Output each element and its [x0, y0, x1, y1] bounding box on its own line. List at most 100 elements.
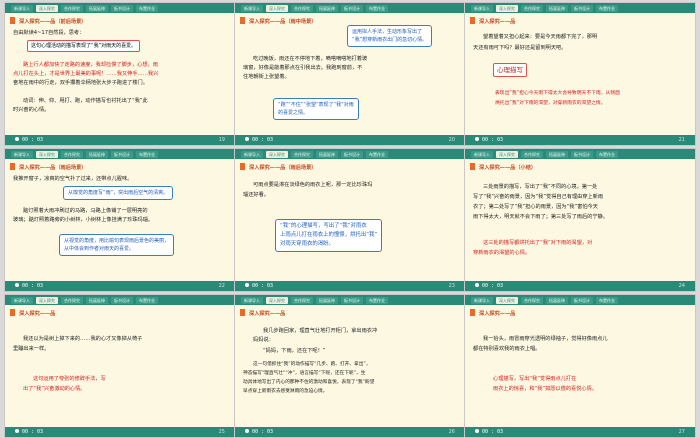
- text-line: 我一抬头，雨冒雨穿光透明的绿袖子，觉得好像雨点儿: [483, 336, 608, 342]
- tab-cooperate[interactable]: 合作探究: [61, 296, 83, 304]
- tab-homework[interactable]: 布置作业: [366, 150, 388, 158]
- tab-board[interactable]: 板书设计: [341, 4, 363, 12]
- tab-extend[interactable]: 拓展延伸: [86, 296, 108, 304]
- slide-thumbnail[interactable]: 新课导入 深入探究 合作探究 拓展延伸 板书设计 布置作业 深入探究——品（雨后…: [4, 148, 236, 292]
- tab-intro[interactable]: 新课导入: [471, 150, 493, 158]
- text-line: 这三处的描写都烘托出了“我”对下雨的渴望，对: [483, 240, 593, 246]
- text-line: 天还有雨可下吗？最好还是留到明天吧。: [473, 45, 567, 51]
- tab-extend[interactable]: 拓展延伸: [546, 4, 568, 12]
- tab-explore[interactable]: 深入探究: [266, 296, 288, 304]
- tab-intro[interactable]: 新课导入: [471, 296, 493, 304]
- text-line: 我推开窗子，凉爽的空气扑了过来，还带点儿腥味。: [13, 176, 133, 182]
- tab-extend[interactable]: 拓展延伸: [86, 4, 108, 12]
- annotation-box: “跑”“不住”“张望”表现了“我”对雨 的喜爱之情。: [273, 98, 359, 120]
- tab-explore[interactable]: 深入探究: [36, 296, 58, 304]
- nav-bar: 新课导入 深入探究 合作探究 拓展延伸 板书设计 布置作业: [5, 3, 235, 13]
- text-line: 出了“我”兴奋激动的心情。: [23, 386, 86, 392]
- slide-thumbnail[interactable]: 新课导入 深入探究 合作探究 拓展延伸 板书设计 布置作业 深入探究——品 我还…: [4, 294, 236, 438]
- text-line: 我几步跑回家，理直气壮地打开柜门，拿出雨衣冲: [263, 328, 378, 334]
- tab-explore[interactable]: 深入探究: [36, 150, 58, 158]
- slide-title: 深入探究——品（雨后场景）: [240, 163, 316, 172]
- tab-cooperate[interactable]: 合作探究: [291, 4, 313, 12]
- text-line: 神态描写“理直气壮”“冲”，语言描写“下呢，还在下呢”，生: [243, 371, 366, 376]
- tab-intro[interactable]: 新课导入: [471, 4, 493, 12]
- title-marker: [10, 309, 15, 316]
- tab-explore[interactable]: 深入探究: [496, 150, 518, 158]
- tab-homework[interactable]: 布置作业: [596, 150, 618, 158]
- tab-board[interactable]: 板书设计: [111, 150, 133, 158]
- text-line: 吃过晚饭，雨还在不停地下着，嘀嗒嘀嗒地打着玻: [253, 56, 368, 62]
- tab-cooperate[interactable]: 合作探究: [291, 296, 313, 304]
- tab-cooperate[interactable]: 合作探究: [521, 296, 543, 304]
- tab-board[interactable]: 板书设计: [111, 296, 133, 304]
- page-number: 24: [678, 283, 685, 289]
- slide-thumbnail[interactable]: 新课导入 深入探究 合作探究 拓展延伸 板书设计 布置作业 深入探究——品 我一…: [464, 294, 696, 438]
- tab-explore[interactable]: 深入探究: [496, 296, 518, 304]
- title-marker: [240, 17, 245, 24]
- slide-title: 深入探究——品: [10, 309, 55, 318]
- annotation-box: 运用拟人手法，生动形象写出了 “我”想穿新雨衣出门的急切心情。: [347, 25, 433, 47]
- tab-cooperate[interactable]: 合作探究: [521, 4, 543, 12]
- text-line: “妈妈，下雨，还在下呢！”: [263, 348, 326, 354]
- nav-bar: 新课导入 深入探究 合作探究 拓展延伸 板书设计 布置作业: [465, 3, 695, 13]
- slide-thumbnail[interactable]: 新课导入 深入探究 合作探究 拓展延伸 板书设计 布置作业 深入探究——品（雨后…: [234, 148, 466, 292]
- text-line: 点儿打在头上，才是世界上最美的事呢！……我又伸手……我兴: [13, 71, 159, 77]
- nav-bar: 新课导入 深入探究 合作探究 拓展延伸 板书设计 布置作业: [235, 3, 465, 13]
- tab-explore[interactable]: 深入探究: [496, 4, 518, 12]
- text-line: 表现出“我”担心今天雨下得太大会导致明天不下雨，从侧面: [495, 91, 620, 96]
- tab-board[interactable]: 板书设计: [341, 150, 363, 158]
- tab-homework[interactable]: 布置作业: [596, 4, 618, 12]
- tab-intro[interactable]: 新课导入: [11, 296, 33, 304]
- tab-intro[interactable]: 新课导入: [11, 4, 33, 12]
- tab-board[interactable]: 板书设计: [571, 296, 593, 304]
- tab-homework[interactable]: 布置作业: [136, 296, 158, 304]
- tab-homework[interactable]: 布置作业: [136, 150, 158, 158]
- slide-thumbnail[interactable]: 新课导入 深入探究 合作探究 拓展延伸 板书设计 布置作业 深入探究——品（前后…: [4, 2, 236, 146]
- tab-intro[interactable]: 新课导入: [11, 150, 33, 158]
- tab-explore[interactable]: 深入探究: [36, 4, 58, 12]
- tab-homework[interactable]: 布置作业: [366, 296, 388, 304]
- tab-board[interactable]: 板书设计: [571, 4, 593, 12]
- tab-cooperate[interactable]: 合作探究: [61, 150, 83, 158]
- tab-extend[interactable]: 拓展延伸: [316, 4, 338, 12]
- tab-intro[interactable]: 新课导入: [241, 4, 263, 12]
- tab-extend[interactable]: 拓展延伸: [546, 296, 568, 304]
- slide-thumbnail[interactable]: 新课导入 深入探究 合作探究 拓展延伸 板书设计 布置作业 深入探究——品 我几…: [234, 294, 466, 438]
- status-bar: 00 : 03 19: [5, 135, 235, 145]
- tab-extend[interactable]: 拓展延伸: [86, 150, 108, 158]
- text-line: 奋地在雨中的行走，双手攥着伞柄地张大步子跑进了楼门。: [13, 80, 148, 86]
- tab-explore[interactable]: 深入探究: [266, 4, 288, 12]
- tab-cooperate[interactable]: 合作探究: [521, 150, 543, 158]
- status-bar: 00 : 03 25: [5, 427, 235, 437]
- text-line: 雨下得太大，明天就不会下雨了；第三处写了雨后的宁静。: [473, 214, 608, 220]
- tab-extend[interactable]: 拓展延伸: [316, 296, 338, 304]
- timer: 00 : 03: [15, 427, 43, 437]
- nav-bar: 新课导入 深入探究 合作探究 拓展延伸 板书设计 布置作业: [235, 149, 465, 159]
- tab-extend[interactable]: 拓展延伸: [316, 150, 338, 158]
- tab-cooperate[interactable]: 合作探究: [61, 4, 83, 12]
- page-number: 23: [448, 283, 455, 289]
- slide-thumbnail[interactable]: 新课导入 深入探究 合作探究 拓展延伸 板书设计 布置作业 深入探究——品 望着…: [464, 2, 696, 146]
- timer: 00 : 03: [245, 281, 273, 291]
- tab-homework[interactable]: 布置作业: [596, 296, 618, 304]
- slide-thumbnail[interactable]: 新课导入 深入探究 合作探究 拓展延伸 板书设计 布置作业 深入探究——品（雨中…: [234, 2, 466, 146]
- tab-intro[interactable]: 新课导入: [241, 150, 263, 158]
- text-line: 三处雨景的描写，写出了“我”不同的心境，第一处: [483, 184, 598, 190]
- tab-cooperate[interactable]: 合作探究: [291, 150, 313, 158]
- text-line: 雨衣上的惊喜，和“我”如愿以偿的喜悦心情。: [493, 386, 597, 392]
- text-line: 穿新雨衣的渴望的心情。: [473, 250, 531, 256]
- tab-board[interactable]: 板书设计: [571, 150, 593, 158]
- tab-homework[interactable]: 布置作业: [136, 4, 158, 12]
- tab-explore[interactable]: 深入探究: [266, 150, 288, 158]
- text-line: 这句运用了夸张的修辞手法，写: [33, 376, 106, 382]
- title-marker: [240, 309, 245, 316]
- tab-extend[interactable]: 拓展延伸: [546, 150, 568, 158]
- tab-board[interactable]: 板书设计: [341, 296, 363, 304]
- slide-thumbnail[interactable]: 新课导入 深入探究 合作探究 拓展延伸 板书设计 布置作业 深入探究——品（小结…: [464, 148, 696, 292]
- tab-homework[interactable]: 布置作业: [366, 4, 388, 12]
- slide-title: 深入探究——品（小结）: [470, 163, 536, 172]
- text-line: 都在特别喜欢我的雨衣上唱。: [473, 346, 541, 352]
- tab-board[interactable]: 板书设计: [111, 4, 133, 12]
- tab-intro[interactable]: 新课导入: [241, 296, 263, 304]
- text-line: 我还以为是树上掉下来的……我的心才又像掉从椅子: [23, 336, 143, 342]
